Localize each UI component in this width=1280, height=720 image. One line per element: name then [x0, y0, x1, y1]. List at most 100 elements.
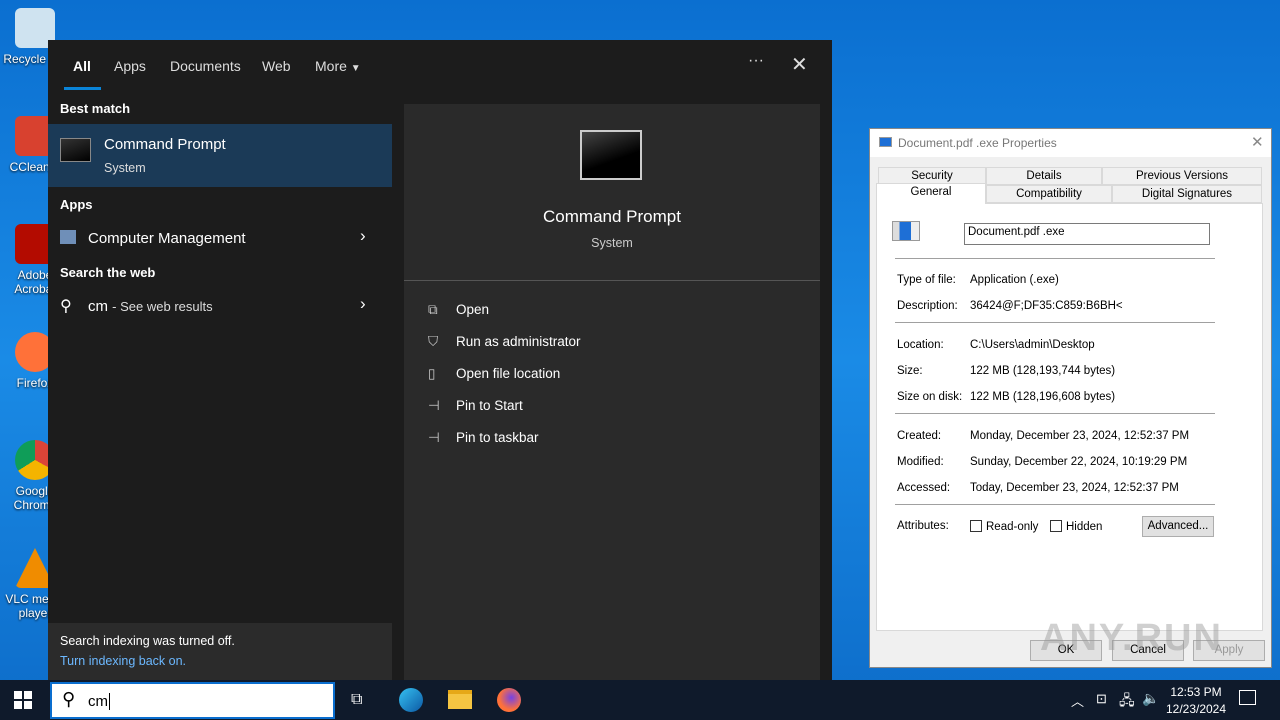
close-icon[interactable]: ✕ [1251, 133, 1264, 151]
tab-details[interactable]: Details [986, 167, 1102, 185]
web-query: cm [88, 298, 108, 315]
preview-title: Command Prompt [543, 207, 681, 226]
pin-icon: ⊣ [428, 398, 440, 413]
tab-web[interactable]: Web [262, 58, 291, 74]
action-pin-to-start[interactable]: ⊣ Pin to Start [428, 398, 523, 414]
field-value: Sunday, December 22, 2024, 10:19:29 PM [970, 456, 1188, 468]
action-label: Pin to Start [456, 398, 523, 413]
search-icon: ⚲ [60, 298, 72, 315]
field-label: Description: [897, 300, 958, 312]
action-label: Run as administrator [456, 334, 581, 349]
attributes-label: Attributes: [897, 520, 949, 532]
divider [895, 322, 1215, 323]
preview-pane: Command Prompt System ⧉ Open ⛉ Run as admi… [404, 104, 820, 680]
windows-start-icon[interactable] [14, 691, 32, 709]
web-heading: Search the web [60, 265, 156, 280]
best-match-title: Command Prompt [104, 136, 226, 153]
action-open-file-location[interactable]: ▯ Open file location [428, 366, 560, 382]
field-label: Accessed: [897, 482, 951, 494]
more-options-icon[interactable]: ··· [748, 52, 764, 70]
indexing-footer: Search indexing was turned off. Turn ind… [48, 623, 392, 680]
field-label: Type of file: [897, 274, 956, 286]
app-icon [879, 137, 892, 147]
title-bar: Document.pdf .exe Properties ✕ [870, 129, 1271, 157]
web-result-item[interactable]: ⚲ cm - See web results › [48, 292, 392, 320]
search-input[interactable]: cm [88, 693, 110, 710]
web-suffix: - See web results [112, 299, 213, 314]
firefox-taskbar-icon[interactable] [497, 688, 521, 712]
readonly-checkbox[interactable]: Read-only [970, 520, 1038, 533]
file-icon: ▯ [428, 366, 436, 381]
camera-icon[interactable]: ⊡ [1096, 691, 1107, 707]
edge-icon[interactable] [399, 688, 423, 712]
field-value: 122 MB (128,196,608 bytes) [970, 391, 1116, 403]
tab-previous-versions[interactable]: Previous Versions [1102, 167, 1262, 185]
filename-input[interactable]: Document.pdf .exe [964, 223, 1210, 245]
divider [404, 280, 820, 281]
apps-heading: Apps [60, 197, 93, 212]
app-title: Computer Management [88, 230, 246, 247]
action-pin-to-taskbar[interactable]: ⊣ Pin to taskbar [428, 430, 539, 446]
advanced-button[interactable]: Advanced... [1142, 516, 1214, 537]
best-match-item[interactable]: Command Prompt System [48, 124, 392, 187]
general-tab-panel: Document.pdf .exe Type of file: Applicati… [876, 203, 1263, 631]
taskbar-search-box[interactable]: ⚲ cm [50, 682, 335, 719]
hidden-checkbox[interactable]: Hidden [1050, 520, 1102, 533]
action-run-as-admin[interactable]: ⛉ Run as administrator [428, 334, 581, 350]
pin-icon: ⊣ [428, 430, 440, 445]
open-icon: ⧉ [428, 302, 438, 317]
action-label: Open [456, 302, 490, 317]
divider [895, 258, 1215, 259]
active-tab-indicator [64, 87, 101, 90]
watermark: ANY.RUN [1040, 617, 1223, 659]
clock[interactable]: 12:53 PM 12/23/2024 [1160, 684, 1232, 718]
search-panel: All Apps Documents Web More ▼ ··· ✕ Best… [48, 40, 832, 680]
field-label: Location: [897, 339, 944, 351]
field-value: 122 MB (128,193,744 bytes) [970, 365, 1116, 377]
tab-all[interactable]: All [73, 58, 91, 74]
search-icon: ⚲ [62, 689, 76, 709]
field-label: Size on disk: [897, 391, 963, 403]
close-icon[interactable]: ✕ [791, 52, 808, 77]
tab-more[interactable]: More ▼ [315, 58, 361, 74]
cmd-large-icon [580, 130, 642, 180]
date: 12/23/2024 [1165, 702, 1227, 716]
tab-apps[interactable]: Apps [114, 58, 146, 74]
best-match-subtitle: System [104, 161, 146, 175]
action-label: Open file location [456, 366, 561, 381]
field-label: Created: [897, 430, 942, 442]
chevron-right-icon[interactable]: › [360, 226, 366, 246]
turn-indexing-link[interactable]: Turn indexing back on. [60, 654, 186, 668]
action-label: Pin to taskbar [456, 430, 539, 445]
indexing-text: Search indexing was turned off. [60, 634, 235, 648]
chevron-right-icon[interactable]: › [360, 294, 366, 314]
computer-management-icon [60, 230, 76, 244]
dialog-title: Document.pdf .exe Properties [898, 136, 1057, 150]
action-open[interactable]: ⧉ Open [428, 302, 489, 318]
volume-icon[interactable]: 🔈 [1142, 690, 1159, 707]
best-match-heading: Best match [60, 101, 131, 116]
field-value: Today, December 23, 2024, 12:52:37 PM [970, 482, 1179, 494]
notification-icon[interactable] [1239, 690, 1256, 705]
tab-more-label: More [315, 58, 347, 74]
preview-subtitle: System [591, 236, 633, 250]
chevron-up-icon[interactable]: ︿ [1071, 691, 1084, 710]
network-icon[interactable]: 🖧 [1119, 690, 1135, 714]
checkbox[interactable] [1050, 520, 1062, 532]
field-value: C:\Users\admin\Desktop [970, 339, 1095, 351]
field-label: Size: [897, 365, 923, 377]
tab-documents[interactable]: Documents [170, 58, 241, 74]
time: 12:53 PM [1170, 685, 1222, 699]
file-explorer-icon[interactable] [448, 690, 472, 709]
divider [895, 504, 1215, 505]
app-item-computer-management[interactable]: Computer Management › [48, 224, 392, 252]
tab-general[interactable]: General [876, 183, 986, 204]
tab-compatibility[interactable]: Compatibility [986, 185, 1112, 203]
task-view-icon[interactable]: ⧉ [351, 691, 362, 709]
hidden-label: Hidden [1066, 521, 1103, 533]
divider [895, 413, 1215, 414]
tab-digital-signatures[interactable]: Digital Signatures [1112, 185, 1262, 203]
field-value: 36424@F;DF35:C859:B6BH< [970, 300, 1123, 312]
field-label: Modified: [897, 456, 944, 468]
checkbox[interactable] [970, 520, 982, 532]
